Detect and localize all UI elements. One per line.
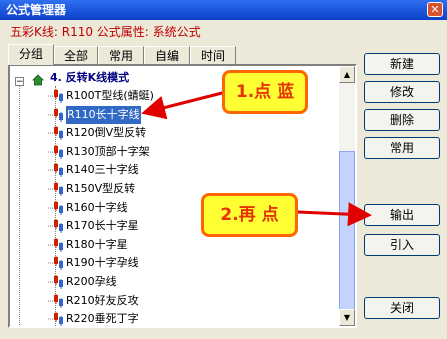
- arrow-to-selected-item: [141, 90, 227, 120]
- annotation-arrows: [141, 90, 372, 227]
- step-two-callout: 2.再 点: [201, 193, 298, 237]
- step-one-callout: 1.点 蓝: [222, 70, 308, 114]
- arrow-to-export-button: [297, 202, 372, 227]
- tab-group[interactable]: 分组: [8, 44, 54, 65]
